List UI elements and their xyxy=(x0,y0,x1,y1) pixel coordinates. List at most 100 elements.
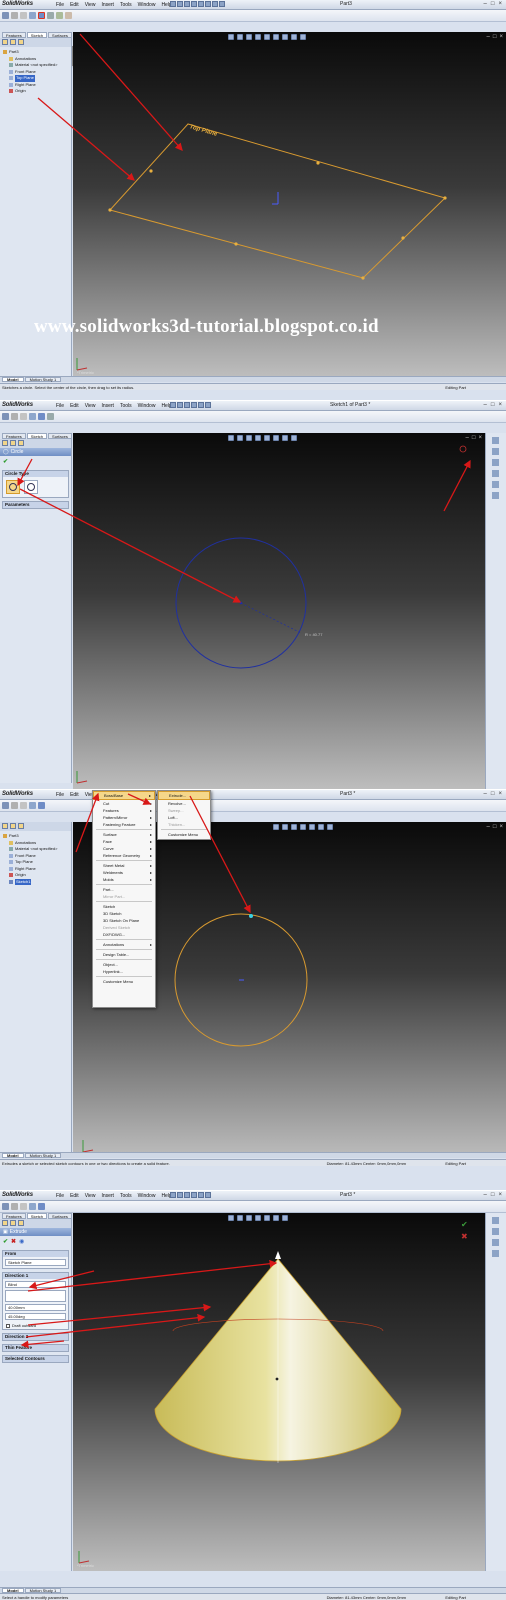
graphics-area[interactable]: – □ × R = 40.77 xyxy=(73,433,485,789)
design-library-icon[interactable] xyxy=(492,1228,499,1235)
circle-icon[interactable] xyxy=(38,1203,45,1210)
rectangle-icon[interactable] xyxy=(29,413,36,420)
config-manager-icon[interactable] xyxy=(18,1220,24,1226)
smart-dimension-icon[interactable] xyxy=(11,1203,18,1210)
new-icon[interactable] xyxy=(170,402,176,408)
feature-manager-icon[interactable] xyxy=(2,39,8,45)
print-icon[interactable] xyxy=(191,1192,197,1198)
menu-item-sweep[interactable]: Sweep... xyxy=(158,807,210,814)
new-icon[interactable] xyxy=(170,1192,176,1198)
config-manager-icon[interactable] xyxy=(18,823,24,829)
menu-file[interactable]: File xyxy=(55,2,65,8)
menu-insert[interactable]: Insert xyxy=(100,2,115,8)
minimize-icon[interactable]: – xyxy=(484,1,487,7)
resources-icon[interactable] xyxy=(492,437,499,444)
menu-item-weldments[interactable]: Weldments xyxy=(93,869,155,876)
options-icon[interactable] xyxy=(219,1,225,7)
circle-icon[interactable] xyxy=(38,12,45,19)
smart-dimension-icon[interactable] xyxy=(11,802,18,809)
undo-icon[interactable] xyxy=(198,1,204,7)
sketch-icon[interactable] xyxy=(2,802,9,809)
rebuild-icon[interactable] xyxy=(212,1,218,7)
menu-view[interactable]: View xyxy=(84,2,97,8)
menu-edit[interactable]: Edit xyxy=(69,2,80,8)
menu-item-reference-geometry[interactable]: Reference Geometry xyxy=(93,852,155,859)
tab-model[interactable]: Model xyxy=(2,377,24,382)
tab-model[interactable]: Model xyxy=(2,1153,24,1158)
menu-item-fastening-feature[interactable]: Fastening Feature xyxy=(93,821,155,828)
menu-item-face[interactable]: Face xyxy=(93,838,155,845)
config-manager-icon[interactable] xyxy=(18,440,24,446)
checkbox-icon[interactable] xyxy=(6,1323,10,1328)
trim-icon[interactable] xyxy=(65,12,72,19)
menu-window[interactable]: Window xyxy=(137,1193,157,1199)
direction2-header[interactable]: Direction 2 xyxy=(3,1334,68,1340)
config-manager-icon[interactable] xyxy=(18,39,24,45)
save-icon[interactable] xyxy=(184,1,190,7)
close-icon[interactable]: × xyxy=(498,1,502,7)
feature-manager-icon[interactable] xyxy=(2,823,8,829)
open-icon[interactable] xyxy=(177,1192,183,1198)
menu-item-curve[interactable]: Curve xyxy=(93,845,155,852)
minimize-icon[interactable]: – xyxy=(484,1192,487,1198)
menu-item-derived-sketch[interactable]: Derived Sketch xyxy=(93,924,155,931)
menu-edit[interactable]: Edit xyxy=(69,1193,80,1199)
menu-item-object[interactable]: Object... xyxy=(93,961,155,968)
menu-file[interactable]: File xyxy=(55,792,65,798)
open-icon[interactable] xyxy=(177,402,183,408)
menu-item-thicken[interactable]: Thicken... xyxy=(158,821,210,828)
end-condition-select[interactable]: Blind xyxy=(5,1281,66,1288)
property-manager-icon[interactable] xyxy=(10,39,16,45)
design-library-icon[interactable] xyxy=(492,448,499,455)
menu-item-extrude[interactable]: Extrude... xyxy=(158,791,210,800)
new-icon[interactable] xyxy=(170,1,176,7)
tab-motion-study[interactable]: Motion Study 1 xyxy=(24,1153,62,1158)
smart-dimension-icon[interactable] xyxy=(11,12,18,19)
appearances-icon[interactable] xyxy=(492,481,499,488)
rectangle-icon[interactable] xyxy=(29,1203,36,1210)
save-icon[interactable] xyxy=(184,402,190,408)
menu-item-sheet-metal[interactable]: Sheet Metal xyxy=(93,862,155,869)
menu-item-customize-menu[interactable]: Customize Menu xyxy=(93,978,155,985)
cancel-icon[interactable]: ✖ xyxy=(11,1238,16,1245)
undo-icon[interactable] xyxy=(198,402,204,408)
property-manager-icon[interactable] xyxy=(10,440,16,446)
sketch-icon[interactable] xyxy=(2,12,9,19)
minimize-icon[interactable]: – xyxy=(484,402,487,408)
menu-file[interactable]: File xyxy=(55,1193,65,1199)
menu-item-surface[interactable]: Surface xyxy=(93,831,155,838)
arc-icon[interactable] xyxy=(47,413,54,420)
menu-tools[interactable]: Tools xyxy=(119,2,133,8)
select-icon[interactable] xyxy=(205,1192,211,1198)
graphics-area[interactable]: ✔ ✖ *Trimetric xyxy=(73,1213,485,1571)
ok-icon[interactable]: ✔ xyxy=(3,1238,8,1245)
maximize-icon[interactable]: □ xyxy=(491,1192,495,1198)
menu-item-customize-menu[interactable]: Customize Menu xyxy=(158,831,210,838)
tree-item-origin[interactable]: Origin xyxy=(3,88,68,95)
undo-icon[interactable] xyxy=(198,1192,204,1198)
property-manager-icon[interactable] xyxy=(10,1220,16,1226)
menu-file[interactable]: File xyxy=(55,403,65,409)
print-icon[interactable] xyxy=(191,1,197,7)
depth-input[interactable]: 40.00mm xyxy=(5,1304,66,1311)
minimize-icon[interactable]: – xyxy=(484,791,487,797)
tree-item-sketch1[interactable]: Sketch1 xyxy=(3,878,68,885)
circle-icon[interactable] xyxy=(38,413,45,420)
smart-dimension-icon[interactable] xyxy=(11,413,18,420)
file-explorer-icon[interactable] xyxy=(492,459,499,466)
menu-view[interactable]: View xyxy=(84,403,97,409)
open-icon[interactable] xyxy=(177,1,183,7)
menu-edit[interactable]: Edit xyxy=(69,792,80,798)
maximize-icon[interactable]: □ xyxy=(491,402,495,408)
menu-insert[interactable]: Insert xyxy=(100,1193,115,1199)
view-palette-icon[interactable] xyxy=(492,470,499,477)
tab-motion-study[interactable]: Motion Study 1 xyxy=(24,377,62,382)
line-icon[interactable] xyxy=(20,802,27,809)
menu-item-cut[interactable]: Cut xyxy=(93,800,155,807)
preview-icon[interactable]: ◉ xyxy=(19,1238,24,1245)
menu-tools[interactable]: Tools xyxy=(119,1193,133,1199)
menu-item-sketch[interactable]: Sketch xyxy=(93,903,155,910)
menu-item-dxf-dwg[interactable]: DXF/DWG... xyxy=(93,931,155,938)
menu-tools[interactable]: Tools xyxy=(119,403,133,409)
menu-item-3d-sketch-on-plane[interactable]: 3D Sketch On Plane xyxy=(93,917,155,924)
